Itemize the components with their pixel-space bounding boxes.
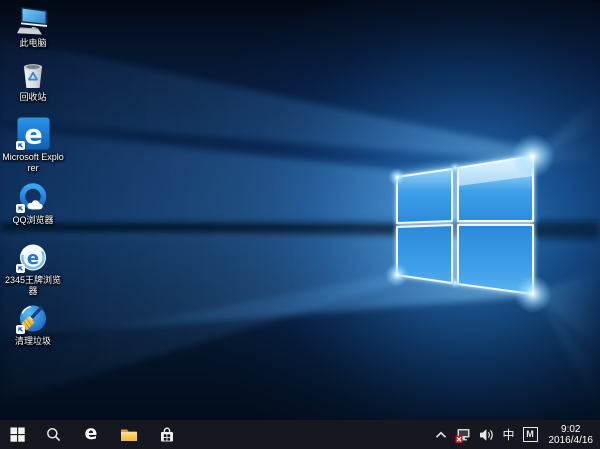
desktop-icon-label: 清理垃圾 bbox=[15, 336, 51, 347]
desktop-icon-this-pc[interactable]: 此电脑 bbox=[2, 6, 64, 49]
store-button[interactable] bbox=[148, 420, 186, 449]
show-hidden-icons-button[interactable] bbox=[435, 431, 447, 439]
volume-button[interactable] bbox=[479, 428, 494, 442]
edge-taskbar-button[interactable]: e bbox=[72, 420, 110, 449]
ime-mode-indicator[interactable]: 中 bbox=[502, 429, 514, 441]
shortcut-arrow-icon bbox=[16, 264, 25, 273]
svg-text:e: e bbox=[27, 248, 39, 269]
edge-e-icon: e bbox=[85, 424, 98, 443]
ime-badge[interactable]: M bbox=[523, 427, 538, 442]
desktop-icon-label: QQ浏览器 bbox=[12, 215, 53, 226]
recycle-bin-icon bbox=[17, 59, 49, 90]
taskbar-clock[interactable]: 9:02 2016/4/16 bbox=[546, 424, 597, 446]
desktop-icon-label: 回收站 bbox=[19, 92, 46, 103]
desktop-icon-microsoft-explorer[interactable]: e Microsoft Explorer bbox=[2, 117, 64, 174]
shortcut-arrow-icon bbox=[16, 204, 25, 213]
taskbar: e bbox=[0, 420, 600, 449]
desktop-icon-qq-browser[interactable]: QQ浏览器 bbox=[2, 183, 64, 226]
ie-2345-browser-icon: e bbox=[17, 243, 49, 273]
system-tray: 中 M 9:02 2016/4/16 bbox=[435, 420, 600, 449]
edge-browser-icon: e bbox=[17, 117, 50, 150]
windows-logo-icon bbox=[10, 427, 25, 442]
clock-date: 2016/4/16 bbox=[549, 435, 594, 446]
network-disconnected-icon bbox=[455, 427, 471, 443]
search-button[interactable] bbox=[34, 420, 72, 449]
network-status-button[interactable] bbox=[455, 427, 471, 443]
windows-hero-wallpaper-art bbox=[0, 0, 600, 420]
shortcut-arrow-icon bbox=[16, 141, 25, 150]
search-icon bbox=[46, 427, 61, 442]
shortcut-arrow-icon bbox=[16, 325, 25, 334]
desktop-wallpaper: 此电脑 回收站 bbox=[0, 0, 600, 420]
computer-icon bbox=[16, 6, 50, 36]
store-bag-icon bbox=[159, 426, 175, 443]
speaker-icon bbox=[479, 428, 494, 442]
desktop-icon-label: 2345王牌浏览器 bbox=[2, 275, 64, 297]
svg-text:e: e bbox=[24, 120, 42, 151]
start-button[interactable] bbox=[0, 420, 34, 449]
chevron-up-icon bbox=[435, 431, 447, 439]
clean-broom-icon bbox=[17, 303, 49, 334]
file-explorer-button[interactable] bbox=[110, 420, 148, 449]
desktop-icon-recycle-bin[interactable]: 回收站 bbox=[2, 59, 64, 103]
taskbar-buttons: e bbox=[0, 420, 186, 449]
desktop-icon-2345-browser[interactable]: e 2345王牌浏览器 bbox=[2, 243, 64, 297]
desktop-icon-label: 此电脑 bbox=[19, 38, 46, 49]
desktop-icon-clean-trash[interactable]: 清理垃圾 bbox=[2, 303, 64, 347]
folder-icon bbox=[120, 427, 138, 442]
desktop-icon-label: Microsoft Explorer bbox=[2, 152, 64, 174]
clock-time: 9:02 bbox=[561, 424, 580, 435]
qq-browser-icon bbox=[17, 183, 49, 213]
